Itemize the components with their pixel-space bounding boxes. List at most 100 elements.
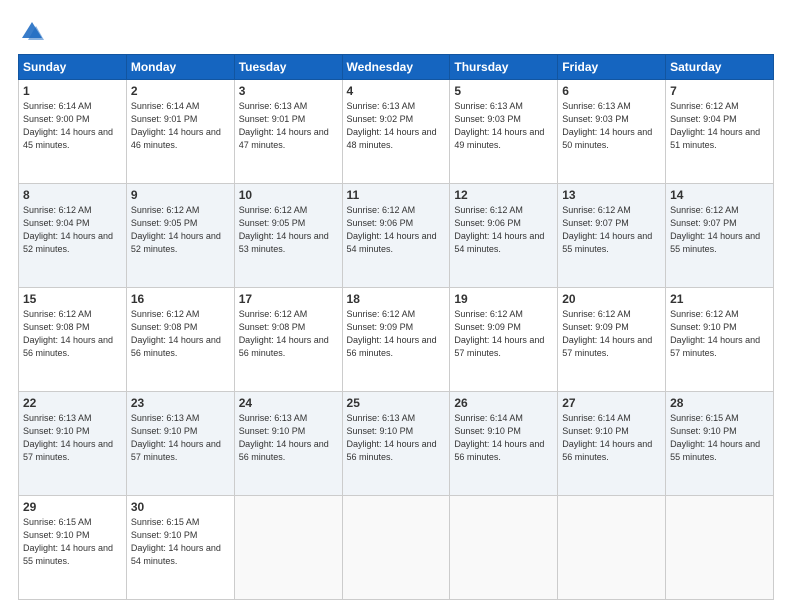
calendar-cell bbox=[234, 496, 342, 600]
day-number: 10 bbox=[239, 188, 338, 202]
week-row-5: 29 Sunrise: 6:15 AMSunset: 9:10 PMDayligh… bbox=[19, 496, 774, 600]
day-info: Sunrise: 6:13 AMSunset: 9:10 PMDaylight:… bbox=[23, 413, 113, 462]
day-info: Sunrise: 6:12 AMSunset: 9:08 PMDaylight:… bbox=[131, 309, 221, 358]
calendar-cell: 14 Sunrise: 6:12 AMSunset: 9:07 PMDayligh… bbox=[666, 184, 774, 288]
weekday-header-tuesday: Tuesday bbox=[234, 55, 342, 80]
calendar-cell: 29 Sunrise: 6:15 AMSunset: 9:10 PMDayligh… bbox=[19, 496, 127, 600]
calendar-cell bbox=[450, 496, 558, 600]
day-number: 26 bbox=[454, 396, 553, 410]
weekday-header-friday: Friday bbox=[558, 55, 666, 80]
calendar-cell: 18Sunrise: 6:12 AMSunset: 9:09 PMDayligh… bbox=[342, 288, 450, 392]
calendar-cell: 8 Sunrise: 6:12 AMSunset: 9:04 PMDaylight… bbox=[19, 184, 127, 288]
calendar-cell: 23Sunrise: 6:13 AMSunset: 9:10 PMDayligh… bbox=[126, 392, 234, 496]
day-info: Sunrise: 6:12 AMSunset: 9:07 PMDaylight:… bbox=[670, 205, 760, 254]
day-info: Sunrise: 6:13 AMSunset: 9:10 PMDaylight:… bbox=[131, 413, 221, 462]
day-info: Sunrise: 6:13 AMSunset: 9:03 PMDaylight:… bbox=[562, 101, 652, 150]
day-info: Sunrise: 6:15 AMSunset: 9:10 PMDaylight:… bbox=[670, 413, 760, 462]
calendar-cell: 10 Sunrise: 6:12 AMSunset: 9:05 PMDayligh… bbox=[234, 184, 342, 288]
day-number: 8 bbox=[23, 188, 122, 202]
day-info: Sunrise: 6:15 AMSunset: 9:10 PMDaylight:… bbox=[23, 517, 113, 566]
day-number: 30 bbox=[131, 500, 230, 514]
calendar-cell bbox=[558, 496, 666, 600]
calendar-cell: 28 Sunrise: 6:15 AMSunset: 9:10 PMDayligh… bbox=[666, 392, 774, 496]
day-number: 13 bbox=[562, 188, 661, 202]
calendar-cell bbox=[342, 496, 450, 600]
day-number: 12 bbox=[454, 188, 553, 202]
day-number: 21 bbox=[670, 292, 769, 306]
weekday-header-thursday: Thursday bbox=[450, 55, 558, 80]
calendar-cell: 26 Sunrise: 6:14 AMSunset: 9:10 PMDayligh… bbox=[450, 392, 558, 496]
calendar-cell: 11 Sunrise: 6:12 AMSunset: 9:06 PMDayligh… bbox=[342, 184, 450, 288]
day-info: Sunrise: 6:12 AMSunset: 9:08 PMDaylight:… bbox=[239, 309, 329, 358]
calendar-cell: 2 Sunrise: 6:14 AMSunset: 9:01 PMDaylight… bbox=[126, 80, 234, 184]
day-number: 9 bbox=[131, 188, 230, 202]
calendar-cell: 9 Sunrise: 6:12 AMSunset: 9:05 PMDaylight… bbox=[126, 184, 234, 288]
day-number: 22 bbox=[23, 396, 122, 410]
week-row-3: 15Sunrise: 6:12 AMSunset: 9:08 PMDayligh… bbox=[19, 288, 774, 392]
day-number: 17 bbox=[239, 292, 338, 306]
day-number: 29 bbox=[23, 500, 122, 514]
day-info: Sunrise: 6:13 AMSunset: 9:01 PMDaylight:… bbox=[239, 101, 329, 150]
day-info: Sunrise: 6:12 AMSunset: 9:10 PMDaylight:… bbox=[670, 309, 760, 358]
logo-icon bbox=[18, 18, 46, 46]
day-info: Sunrise: 6:14 AMSunset: 9:00 PMDaylight:… bbox=[23, 101, 113, 150]
day-info: Sunrise: 6:12 AMSunset: 9:05 PMDaylight:… bbox=[131, 205, 221, 254]
week-row-2: 8 Sunrise: 6:12 AMSunset: 9:04 PMDaylight… bbox=[19, 184, 774, 288]
day-info: Sunrise: 6:13 AMSunset: 9:10 PMDaylight:… bbox=[347, 413, 437, 462]
day-number: 6 bbox=[562, 84, 661, 98]
day-number: 11 bbox=[347, 188, 446, 202]
calendar-cell: 12Sunrise: 6:12 AMSunset: 9:06 PMDayligh… bbox=[450, 184, 558, 288]
calendar-cell: 19 Sunrise: 6:12 AMSunset: 9:09 PMDayligh… bbox=[450, 288, 558, 392]
day-number: 1 bbox=[23, 84, 122, 98]
calendar-cell: 20 Sunrise: 6:12 AMSunset: 9:09 PMDayligh… bbox=[558, 288, 666, 392]
day-info: Sunrise: 6:12 AMSunset: 9:09 PMDaylight:… bbox=[562, 309, 652, 358]
calendar-cell bbox=[666, 496, 774, 600]
day-number: 27 bbox=[562, 396, 661, 410]
weekday-header-sunday: Sunday bbox=[19, 55, 127, 80]
day-number: 28 bbox=[670, 396, 769, 410]
calendar-cell: 24 Sunrise: 6:13 AMSunset: 9:10 PMDayligh… bbox=[234, 392, 342, 496]
page: SundayMondayTuesdayWednesdayThursdayFrid… bbox=[0, 0, 792, 612]
calendar-cell: 1 Sunrise: 6:14 AMSunset: 9:00 PMDaylight… bbox=[19, 80, 127, 184]
calendar-cell: 16 Sunrise: 6:12 AMSunset: 9:08 PMDayligh… bbox=[126, 288, 234, 392]
day-info: Sunrise: 6:13 AMSunset: 9:03 PMDaylight:… bbox=[454, 101, 544, 150]
calendar-cell: 15Sunrise: 6:12 AMSunset: 9:08 PMDayligh… bbox=[19, 288, 127, 392]
day-number: 3 bbox=[239, 84, 338, 98]
day-number: 14 bbox=[670, 188, 769, 202]
week-row-4: 22 Sunrise: 6:13 AMSunset: 9:10 PMDayligh… bbox=[19, 392, 774, 496]
weekday-header-monday: Monday bbox=[126, 55, 234, 80]
day-number: 5 bbox=[454, 84, 553, 98]
day-number: 24 bbox=[239, 396, 338, 410]
day-info: Sunrise: 6:12 AMSunset: 9:09 PMDaylight:… bbox=[454, 309, 544, 358]
day-number: 19 bbox=[454, 292, 553, 306]
day-number: 20 bbox=[562, 292, 661, 306]
calendar-cell: 25 Sunrise: 6:13 AMSunset: 9:10 PMDayligh… bbox=[342, 392, 450, 496]
top-section bbox=[18, 18, 774, 46]
day-number: 25 bbox=[347, 396, 446, 410]
calendar-cell: 22 Sunrise: 6:13 AMSunset: 9:10 PMDayligh… bbox=[19, 392, 127, 496]
calendar-cell: 17 Sunrise: 6:12 AMSunset: 9:08 PMDayligh… bbox=[234, 288, 342, 392]
calendar-cell: 30 Sunrise: 6:15 AMSunset: 9:10 PMDayligh… bbox=[126, 496, 234, 600]
calendar-cell: 13 Sunrise: 6:12 AMSunset: 9:07 PMDayligh… bbox=[558, 184, 666, 288]
day-info: Sunrise: 6:12 AMSunset: 9:08 PMDaylight:… bbox=[23, 309, 113, 358]
day-info: Sunrise: 6:14 AMSunset: 9:10 PMDaylight:… bbox=[454, 413, 544, 462]
day-info: Sunrise: 6:14 AMSunset: 9:10 PMDaylight:… bbox=[562, 413, 652, 462]
day-number: 2 bbox=[131, 84, 230, 98]
day-number: 4 bbox=[347, 84, 446, 98]
calendar-cell: 27 Sunrise: 6:14 AMSunset: 9:10 PMDayligh… bbox=[558, 392, 666, 496]
day-number: 7 bbox=[670, 84, 769, 98]
logo bbox=[18, 18, 50, 46]
calendar-cell: 4Sunrise: 6:13 AMSunset: 9:02 PMDaylight… bbox=[342, 80, 450, 184]
day-info: Sunrise: 6:12 AMSunset: 9:04 PMDaylight:… bbox=[670, 101, 760, 150]
day-info: Sunrise: 6:12 AMSunset: 9:06 PMDaylight:… bbox=[347, 205, 437, 254]
day-info: Sunrise: 6:15 AMSunset: 9:10 PMDaylight:… bbox=[131, 517, 221, 566]
day-info: Sunrise: 6:12 AMSunset: 9:07 PMDaylight:… bbox=[562, 205, 652, 254]
day-number: 18 bbox=[347, 292, 446, 306]
day-info: Sunrise: 6:14 AMSunset: 9:01 PMDaylight:… bbox=[131, 101, 221, 150]
day-number: 16 bbox=[131, 292, 230, 306]
calendar-table: SundayMondayTuesdayWednesdayThursdayFrid… bbox=[18, 54, 774, 600]
weekday-header-saturday: Saturday bbox=[666, 55, 774, 80]
day-info: Sunrise: 6:12 AMSunset: 9:04 PMDaylight:… bbox=[23, 205, 113, 254]
day-info: Sunrise: 6:13 AMSunset: 9:10 PMDaylight:… bbox=[239, 413, 329, 462]
day-info: Sunrise: 6:12 AMSunset: 9:05 PMDaylight:… bbox=[239, 205, 329, 254]
